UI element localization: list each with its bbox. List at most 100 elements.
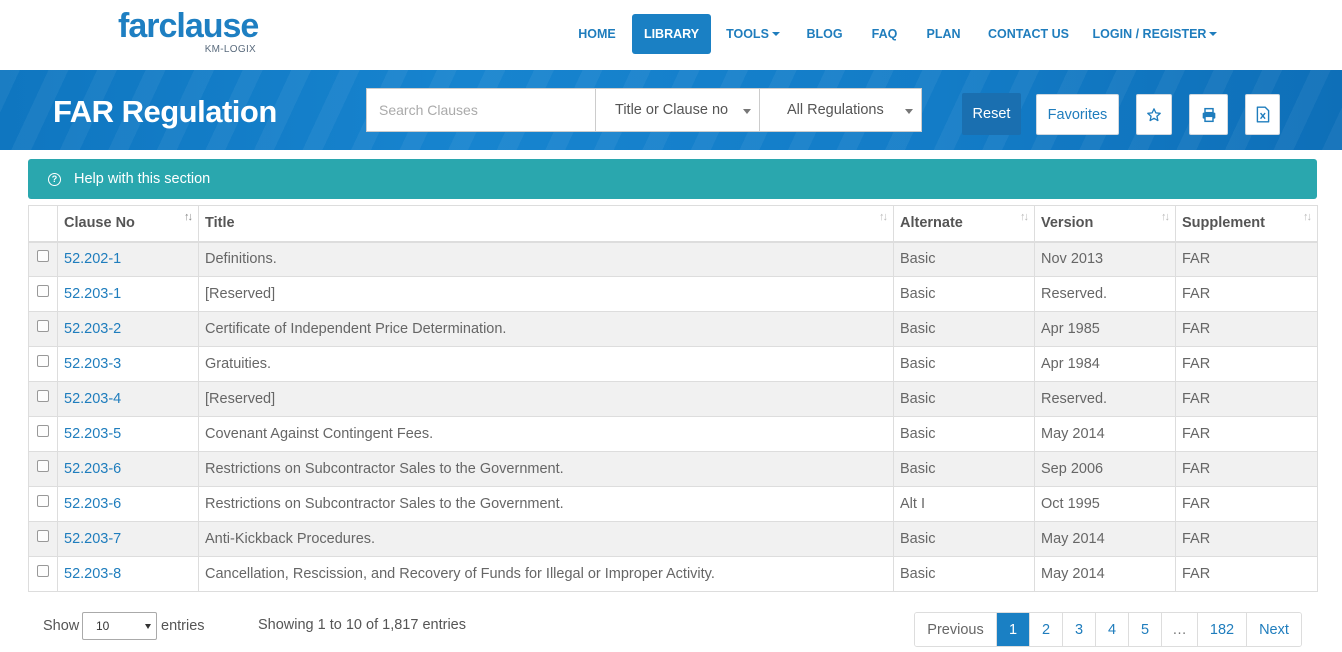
nav-item-tools[interactable]: TOOLS [717,14,789,54]
version-cell: May 2014 [1034,556,1176,592]
row-checkbox[interactable] [37,425,49,438]
clause-no-link[interactable]: 52.203-7 [57,521,199,557]
table-body: 52.202-1 Definitions. Basic Nov 2013 FAR 52.2… [28,241,1318,592]
table-row[interactable]: 52.203-1 [Reserved] Basic Reserved. FAR [28,276,1318,312]
chevron-down-icon [905,109,913,114]
nav-item-faq[interactable]: FAQ [863,14,906,54]
nav-item-login-register[interactable]: LOGIN / REGISTER [1087,14,1223,54]
title-cell: Anti-Kickback Procedures. [198,521,894,557]
page-button-182[interactable]: 182 [1197,613,1246,646]
pagination: Previous 1 2 3 4 5… 182 Next [914,612,1302,647]
excel-export-button[interactable] [1245,94,1280,135]
row-checkbox[interactable] [37,250,49,263]
print-button[interactable] [1189,94,1228,135]
entries-label: entries [161,618,205,634]
alternate-cell: Basic [893,346,1035,382]
row-checkbox[interactable] [37,460,49,473]
alternate-cell: Basic [893,241,1035,277]
excel-export-icon [1256,106,1269,123]
table-row[interactable]: 52.203-5 Covenant Against Contingent Fees… [28,416,1318,452]
clause-no-link[interactable]: 52.203-6 [57,486,199,522]
question-circle-icon: ? [48,172,61,186]
nav-item-label: LOGIN / REGISTER [1092,27,1207,41]
row-checkbox[interactable] [37,495,49,508]
row-checkbox[interactable] [37,320,49,333]
nav-item-blog[interactable]: BLOG [801,14,848,54]
farclause-logo[interactable]: farclause KM-LOGIX [118,6,259,55]
table-row[interactable]: 52.203-3 Gratuities. Basic Apr 1984 FAR [28,346,1318,382]
alternate-cell: Basic [893,416,1035,452]
row-checkbox[interactable] [37,530,49,543]
nav-item-label: HOME [578,27,616,41]
column-header-title[interactable]: Title ↑↓ [198,205,894,243]
regulation-select[interactable]: All Regulations [759,88,922,132]
nav-item-home[interactable]: HOME [565,14,629,54]
next-page-button[interactable]: Next [1246,613,1301,646]
sort-icon: ↑↓ [184,211,193,223]
nav-item-library[interactable]: LIBRARY [632,14,711,54]
table-row[interactable]: 52.202-1 Definitions. Basic Nov 2013 FAR [28,241,1318,277]
star-button[interactable] [1136,94,1172,135]
nav-item-contact-us[interactable]: CONTACT US [980,14,1077,54]
row-checkbox[interactable] [37,390,49,403]
row-checkbox[interactable] [37,565,49,578]
sort-icon: ↑↓ [879,211,888,223]
title-cell: Definitions. [198,241,894,277]
favorites-button[interactable]: Favorites [1036,94,1119,135]
supplement-cell: FAR [1175,486,1318,522]
clause-no-link[interactable]: 52.203-6 [57,451,199,487]
column-header-supplement[interactable]: Supplement ↑↓ [1175,205,1318,243]
page-button-2[interactable]: 2 [1029,613,1062,646]
table-row[interactable]: 52.203-6 Restrictions on Subcontractor Sa… [28,451,1318,487]
clause-no-link[interactable]: 52.203-1 [57,276,199,312]
previous-page-button[interactable]: Previous [915,613,996,646]
column-header-label: Clause No [64,215,135,232]
table-row[interactable]: 52.203-2 Certificate of Independent Price… [28,311,1318,347]
table-row[interactable]: 52.203-8 Cancellation, Rescission, and Re… [28,556,1318,592]
page-button-3[interactable]: 3 [1062,613,1095,646]
version-cell: May 2014 [1034,416,1176,452]
pagination-ellipsis: … [1161,613,1197,646]
supplement-cell: FAR [1175,311,1318,347]
table-row[interactable]: 52.203-7 Anti-Kickback Procedures. Basic Ma… [28,521,1318,557]
page-banner: FAR Regulation Title or Clause no All Re… [0,70,1342,150]
search-clauses-input[interactable] [366,88,596,132]
logo-wordmark: farclause [118,7,259,45]
clause-no-link[interactable]: 52.203-5 [57,416,199,452]
clause-no-link[interactable]: 52.203-8 [57,556,199,592]
supplement-cell: FAR [1175,451,1318,487]
clause-no-link[interactable]: 52.203-4 [57,381,199,417]
row-select-cell [28,451,58,487]
alternate-cell: Basic [893,521,1035,557]
page-length-value: 10 [96,619,110,633]
clause-no-link[interactable]: 52.202-1 [57,241,199,277]
column-header-alternate[interactable]: Alternate ↑↓ [893,205,1035,243]
alternate-cell: Basic [893,311,1035,347]
nav-item-plan[interactable]: PLAN [920,14,967,54]
page-length-select[interactable]: 10 [82,612,157,640]
help-label: Help with this section [74,171,211,187]
clause-no-link[interactable]: 52.203-2 [57,311,199,347]
table-row[interactable]: 52.203-6 Restrictions on Subcontractor Sa… [28,486,1318,522]
row-checkbox[interactable] [37,355,49,368]
column-header-label: Alternate [900,215,963,232]
title-cell: [Reserved] [198,276,894,312]
clause-no-link[interactable]: 52.203-3 [57,346,199,382]
page-button-4[interactable]: 4 [1095,613,1128,646]
help-section-bar[interactable]: ? Help with this section [28,159,1317,199]
row-checkbox[interactable] [37,285,49,298]
version-cell: Apr 1985 [1034,311,1176,347]
column-header-clause-no[interactable]: Clause No ↑↓ [57,205,199,243]
alternate-cell: Basic [893,451,1035,487]
table-row[interactable]: 52.203-4 [Reserved] Basic Reserved. FAR [28,381,1318,417]
row-select-cell [28,346,58,382]
title-cell: Cancellation, Rescission, and Recovery o… [198,556,894,592]
supplement-cell: FAR [1175,241,1318,277]
page-button-5[interactable]: 5 [1128,613,1161,646]
reset-button[interactable]: Reset [962,93,1021,135]
page-button-1[interactable]: 1 [996,613,1029,646]
version-cell: Nov 2013 [1034,241,1176,277]
clauses-table: Clause No ↑↓ Title ↑↓ Alternate ↑↓ Version ↑… [28,205,1318,592]
column-header-version[interactable]: Version ↑↓ [1034,205,1176,243]
search-field-select[interactable]: Title or Clause no [595,88,760,132]
